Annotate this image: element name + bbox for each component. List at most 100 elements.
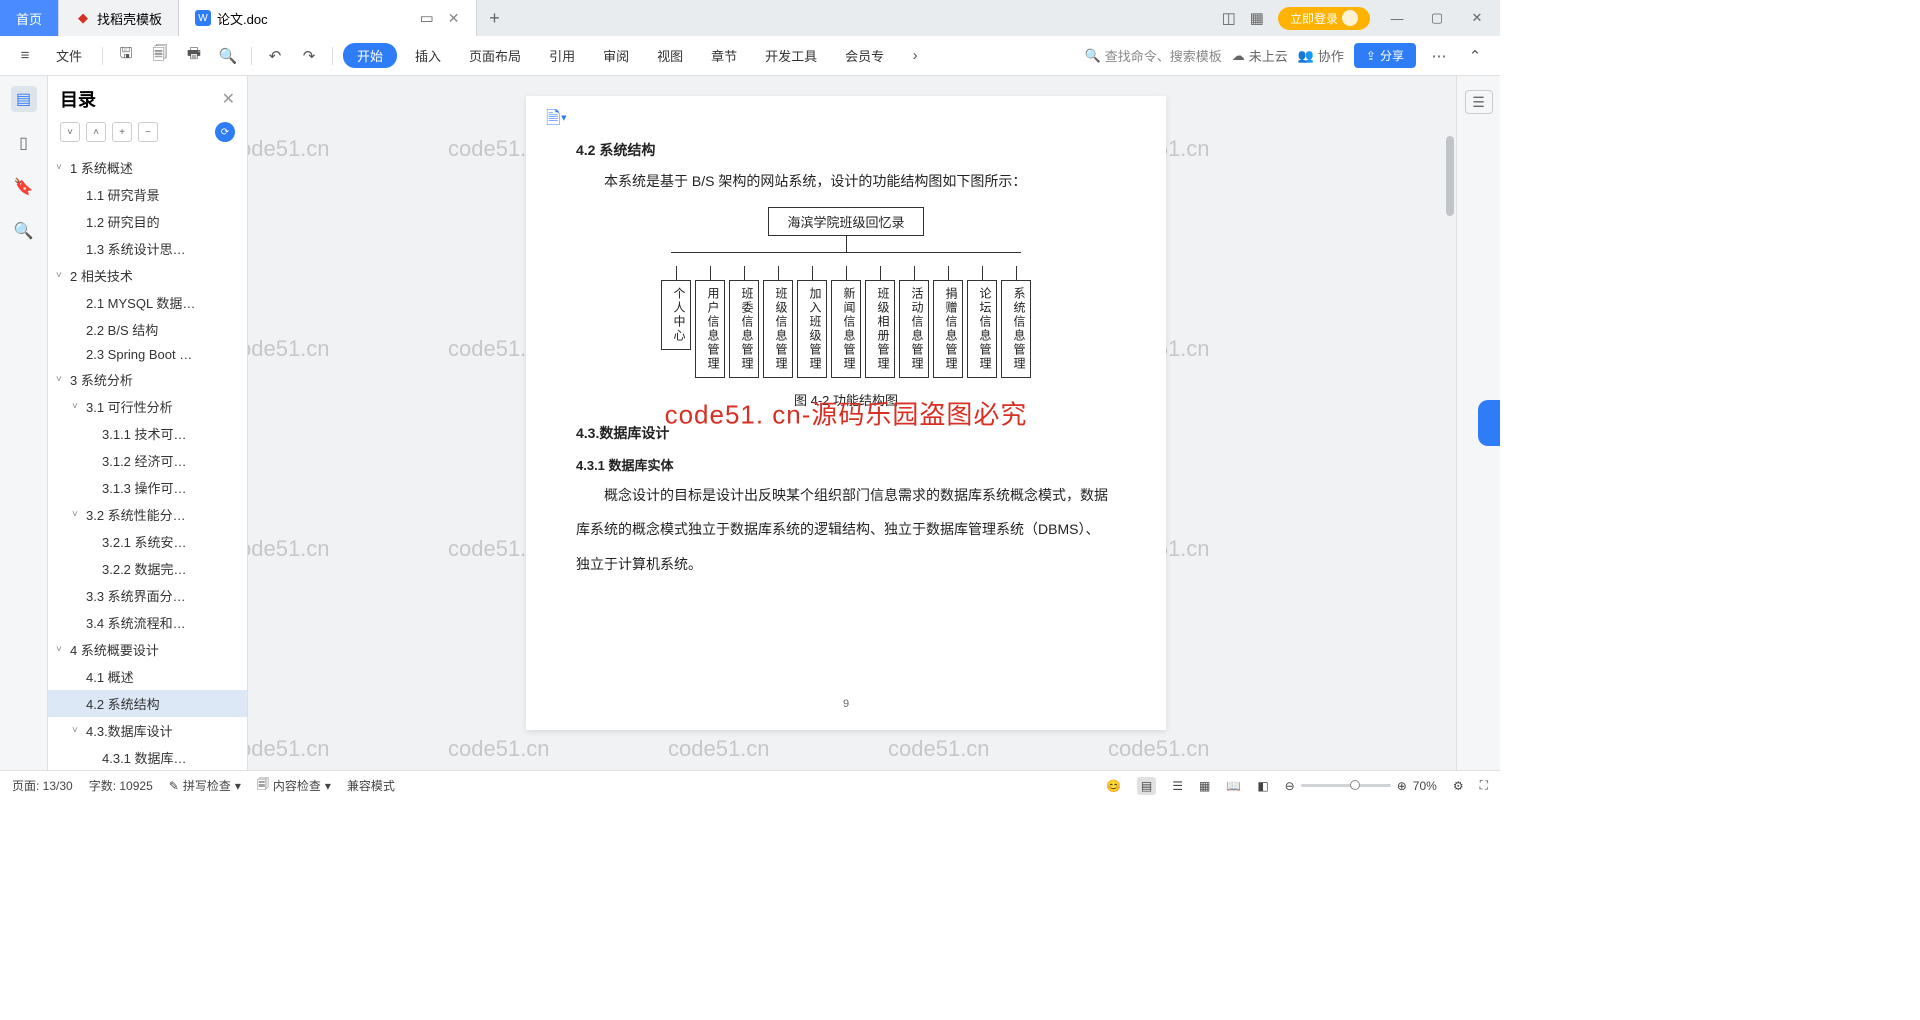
outline-node[interactable]: 4.1 概述 xyxy=(48,663,247,690)
outline-node[interactable]: ˅3 系统分析 xyxy=(48,366,247,393)
menu-devtools[interactable]: 开发工具 xyxy=(755,42,827,69)
bookmark-rail-icon[interactable]: 🔖 xyxy=(11,174,37,200)
content-check-button[interactable]: 🗐 内容检查 ▾ xyxy=(257,775,331,796)
save-as-icon[interactable]: 🗐 xyxy=(147,43,173,69)
spell-check-button[interactable]: ✎ 拼写检查 ▾ xyxy=(169,777,241,794)
outline-node[interactable]: 2.3 Spring Boot … xyxy=(48,343,247,366)
docer-icon: ◆ xyxy=(75,10,91,26)
outline-rail-icon[interactable]: ▤ xyxy=(11,86,37,112)
menu-review[interactable]: 审阅 xyxy=(593,42,639,69)
expand-all-icon[interactable]: ˄ xyxy=(86,122,106,142)
login-button[interactable]: 立即登录 xyxy=(1278,7,1370,30)
outline-node[interactable]: ˅4.3.数据库设计 xyxy=(48,717,247,744)
add-heading-icon[interactable]: + xyxy=(112,122,132,142)
share-button[interactable]: ⇪ 分享 xyxy=(1354,43,1416,68)
outline-node[interactable]: 4.3.1 数据库… xyxy=(48,744,247,770)
outline-node[interactable]: 3.1.2 经济可… xyxy=(48,447,247,474)
outline-node[interactable]: 3.2.2 数据完… xyxy=(48,555,247,582)
org-child: 用户信息管理 xyxy=(695,266,725,378)
menu-view[interactable]: 视图 xyxy=(647,42,693,69)
outline-node[interactable]: 4.2 系统结构 xyxy=(48,690,247,717)
menu-refs[interactable]: 引用 xyxy=(539,42,585,69)
outline-node[interactable]: ˅4 系统概要设计 xyxy=(48,636,247,663)
side-feedback-tab[interactable] xyxy=(1478,400,1500,446)
toolbar-overflow-icon[interactable]: ⋯ xyxy=(1426,43,1452,69)
collab-button[interactable]: 👥 协作 xyxy=(1298,46,1344,65)
scroll-thumb[interactable] xyxy=(1446,136,1454,216)
menu-layout[interactable]: 页面布局 xyxy=(459,42,531,69)
outline-node[interactable]: 2.1 MYSQL 数据… xyxy=(48,289,247,316)
zoom-in-icon[interactable]: ⊕ xyxy=(1397,779,1407,793)
tab-add-button[interactable]: + xyxy=(477,0,513,36)
outline-node[interactable]: 3.2.1 系统安… xyxy=(48,528,247,555)
view-outline-icon[interactable]: ☰ xyxy=(1172,779,1183,793)
outline-node[interactable]: 1.2 研究目的 xyxy=(48,208,247,235)
outline-node[interactable]: 3.1.3 操作可… xyxy=(48,474,247,501)
command-search[interactable]: 🔍 查找命令、搜索模板 xyxy=(1085,46,1222,65)
zoom-out-icon[interactable]: ⊖ xyxy=(1285,779,1295,793)
print-icon[interactable]: 🖶 xyxy=(181,43,207,69)
compat-mode[interactable]: 兼容模式 xyxy=(347,777,395,794)
tab-close-icon[interactable]: ✕ xyxy=(448,10,460,27)
menu-vip[interactable]: 会员专 xyxy=(835,42,894,69)
right-rail-menu-icon[interactable]: ☰ xyxy=(1465,90,1493,114)
menu-start[interactable]: 开始 xyxy=(343,43,397,68)
eye-care-icon[interactable]: 😊 xyxy=(1106,779,1121,793)
layout-icon[interactable]: ◫ xyxy=(1222,9,1236,27)
apps-icon[interactable]: ▦ xyxy=(1250,9,1264,27)
outline-node[interactable]: 3.1.1 技术可… xyxy=(48,420,247,447)
sync-status-icon[interactable]: ⟳ xyxy=(215,122,235,142)
document-canvas[interactable]: code51.cn code51.cn code51.cn code51.cn … xyxy=(248,76,1444,770)
collapse-all-icon[interactable]: ˅ xyxy=(60,122,80,142)
outline-close-icon[interactable]: ✕ xyxy=(222,89,235,109)
tab-home[interactable]: 首页 xyxy=(0,0,59,36)
undo-icon[interactable]: ↶ xyxy=(262,43,288,69)
search-rail-icon[interactable]: 🔍 xyxy=(11,218,37,244)
paragraph: 库系统的概念模式独立于数据库系统的逻辑结构、独立于数据库管理系统（DBMS）、 xyxy=(576,516,1116,543)
save-icon[interactable]: 🖫 xyxy=(113,43,139,69)
cloud-status[interactable]: ☁ 未上云 xyxy=(1232,46,1288,65)
menu-chapter[interactable]: 章节 xyxy=(701,42,747,69)
vertical-scrollbar[interactable] xyxy=(1444,76,1456,770)
tab-document-active[interactable]: W 论文.doc ▭ ✕ xyxy=(179,0,477,36)
outline-node[interactable]: ˅3.2 系统性能分… xyxy=(48,501,247,528)
menu-overflow-icon[interactable]: › xyxy=(902,43,928,69)
zoom-slider[interactable] xyxy=(1301,784,1391,787)
dropdown-icon: ▾ xyxy=(235,779,241,793)
redo-icon[interactable]: ↷ xyxy=(296,43,322,69)
outline-node[interactable]: 3.3 系统界面分… xyxy=(48,582,247,609)
menu-insert[interactable]: 插入 xyxy=(405,42,451,69)
thumbnails-rail-icon[interactable]: ▯ xyxy=(11,130,37,156)
status-word-count[interactable]: 字数: 10925 xyxy=(89,777,153,794)
settings-icon[interactable]: ⚙ xyxy=(1453,779,1464,793)
outline-node[interactable]: 1.1 研究背景 xyxy=(48,181,247,208)
preview-icon[interactable]: 🔍 xyxy=(215,43,241,69)
view-read-icon[interactable]: 📖 xyxy=(1226,779,1241,793)
heading-4-3-1: 4.3.1 数据库实体 xyxy=(576,455,1116,474)
status-page[interactable]: 页面: 13/30 xyxy=(12,777,73,794)
outline-node[interactable]: 2.2 B/S 结构 xyxy=(48,316,247,343)
fullscreen-icon[interactable]: ⛶ xyxy=(1480,778,1488,793)
outline-node[interactable]: ˅1 系统概述 xyxy=(48,154,247,181)
outline-panel: 目录 ✕ ˅ ˄ + − ⟳ ˅1 系统概述1.1 研究背景1.2 研究目的1.… xyxy=(48,76,248,770)
outline-node[interactable]: ˅3.1 可行性分析 xyxy=(48,393,247,420)
file-menu[interactable]: 文件 xyxy=(46,42,92,69)
outline-node[interactable]: ˅2 相关技术 xyxy=(48,262,247,289)
zoom-value[interactable]: 70% xyxy=(1413,779,1437,793)
view-web-icon[interactable]: ▦ xyxy=(1199,779,1210,793)
tab-window-icon[interactable]: ▭ xyxy=(420,9,434,27)
remove-heading-icon[interactable]: − xyxy=(138,122,158,142)
window-min-icon[interactable]: — xyxy=(1384,11,1410,26)
window-close-icon[interactable]: ✕ xyxy=(1464,10,1490,26)
page-doc-icon[interactable]: 🗎▾ xyxy=(546,106,567,136)
view-page-icon[interactable]: ▤ xyxy=(1137,777,1156,795)
view-focus-icon[interactable]: ◧ xyxy=(1257,779,1268,793)
tab-templates[interactable]: ◆ 找稻壳模板 xyxy=(59,0,179,36)
toolbar-expand-icon[interactable]: ⌃ xyxy=(1462,43,1488,69)
tab-bar: 首页 ◆ 找稻壳模板 W 论文.doc ▭ ✕ + ◫ ▦ 立即登录 — ▢ ✕ xyxy=(0,0,1500,36)
hamburger-icon[interactable]: ≡ xyxy=(12,43,38,69)
outline-node[interactable]: 3.4 系统流程和… xyxy=(48,609,247,636)
watermark: code51.cn xyxy=(248,136,330,162)
window-max-icon[interactable]: ▢ xyxy=(1424,10,1450,26)
outline-node[interactable]: 1.3 系统设计思… xyxy=(48,235,247,262)
